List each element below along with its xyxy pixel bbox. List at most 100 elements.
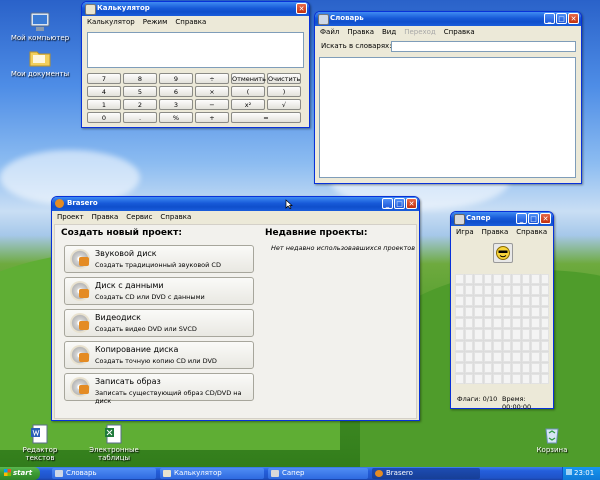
calc-key[interactable]: 1 xyxy=(87,99,121,110)
mine-cell[interactable] xyxy=(464,329,473,340)
mine-cell[interactable] xyxy=(521,307,530,318)
mine-cell[interactable] xyxy=(483,373,492,384)
mine-cell[interactable] xyxy=(493,362,502,373)
calc-key[interactable]: x² xyxy=(231,99,265,110)
taskbar-button-dictionary[interactable]: Словарь xyxy=(52,468,156,479)
mine-cell[interactable] xyxy=(540,296,549,307)
minefield[interactable] xyxy=(455,274,549,384)
mine-cell[interactable] xyxy=(483,362,492,373)
mine-cell[interactable] xyxy=(512,285,521,296)
mine-cell[interactable] xyxy=(455,340,464,351)
mine-cell[interactable] xyxy=(474,329,483,340)
mine-cell[interactable] xyxy=(474,296,483,307)
burn-image-button[interactable]: Записать образ Записать существующий обр… xyxy=(64,373,254,405)
mine-cell[interactable] xyxy=(483,329,492,340)
calc-key[interactable]: 6 xyxy=(159,86,193,97)
mine-cell[interactable] xyxy=(502,318,511,329)
calc-key[interactable]: − xyxy=(195,99,229,110)
mine-cell[interactable] xyxy=(531,351,540,362)
mine-cell[interactable] xyxy=(483,351,492,362)
mine-cell[interactable] xyxy=(483,274,492,285)
desktop-icon-text-editor[interactable]: Редактор текстов xyxy=(8,424,72,462)
calc-key[interactable]: Отменить xyxy=(231,73,266,84)
mine-cell[interactable] xyxy=(521,296,530,307)
mine-cell[interactable] xyxy=(483,296,492,307)
calc-key[interactable]: × xyxy=(195,86,229,97)
mine-cell[interactable] xyxy=(540,373,549,384)
dictionary-search-input[interactable] xyxy=(391,41,576,52)
close-button[interactable]: ✕ xyxy=(568,13,579,24)
calc-key[interactable]: 5 xyxy=(123,86,157,97)
menu-tools[interactable]: Сервис xyxy=(126,211,152,223)
minimize-button[interactable]: _ xyxy=(516,213,527,224)
mine-cell[interactable] xyxy=(464,340,473,351)
close-button[interactable]: ✕ xyxy=(406,198,417,209)
calc-key[interactable]: ( xyxy=(231,86,265,97)
mine-cell[interactable] xyxy=(493,318,502,329)
mine-cell[interactable] xyxy=(464,362,473,373)
mine-cell[interactable] xyxy=(455,296,464,307)
mine-cell[interactable] xyxy=(493,285,502,296)
mine-cell[interactable] xyxy=(464,307,473,318)
mine-cell[interactable] xyxy=(540,307,549,318)
calc-key[interactable]: √ xyxy=(267,99,301,110)
mine-cell[interactable] xyxy=(493,340,502,351)
mine-cell[interactable] xyxy=(464,373,473,384)
calc-key[interactable]: 7 xyxy=(87,73,121,84)
calc-key[interactable]: ÷ xyxy=(195,73,229,84)
menu-help[interactable]: Справка xyxy=(175,16,206,28)
mine-cell[interactable] xyxy=(483,307,492,318)
mine-cell[interactable] xyxy=(502,362,511,373)
mine-cell[interactable] xyxy=(502,329,511,340)
mine-cell[interactable] xyxy=(474,340,483,351)
mine-cell[interactable] xyxy=(521,351,530,362)
mine-cell[interactable] xyxy=(531,340,540,351)
mine-cell[interactable] xyxy=(512,351,521,362)
mine-cell[interactable] xyxy=(531,329,540,340)
calc-key[interactable]: 2 xyxy=(123,99,157,110)
menu-help[interactable]: Справка xyxy=(444,26,475,38)
menu-file[interactable]: Файл xyxy=(320,26,339,38)
minimize-button[interactable]: _ xyxy=(544,13,555,24)
mine-cell[interactable] xyxy=(493,351,502,362)
calc-key[interactable]: 8 xyxy=(123,73,157,84)
mine-cell[interactable] xyxy=(512,296,521,307)
mine-cell[interactable] xyxy=(540,329,549,340)
mine-cell[interactable] xyxy=(531,285,540,296)
mine-cell[interactable] xyxy=(483,318,492,329)
mine-cell[interactable] xyxy=(493,307,502,318)
minesweeper-titlebar[interactable]: Сапер _ □ ✕ xyxy=(451,212,553,226)
mine-cell[interactable] xyxy=(540,274,549,285)
close-button[interactable]: ✕ xyxy=(540,213,551,224)
mine-cell[interactable] xyxy=(493,373,502,384)
mine-cell[interactable] xyxy=(531,307,540,318)
calc-key[interactable]: % xyxy=(159,112,193,123)
mine-cell[interactable] xyxy=(540,351,549,362)
mine-cell[interactable] xyxy=(531,274,540,285)
mine-cell[interactable] xyxy=(502,274,511,285)
mine-cell[interactable] xyxy=(531,373,540,384)
mine-cell[interactable] xyxy=(540,285,549,296)
mine-cell[interactable] xyxy=(512,318,521,329)
mine-cell[interactable] xyxy=(455,307,464,318)
desktop-icon-recycle-bin[interactable]: Корзина xyxy=(520,424,584,454)
menu-project[interactable]: Проект xyxy=(57,211,84,223)
mine-cell[interactable] xyxy=(512,329,521,340)
mine-cell[interactable] xyxy=(493,296,502,307)
desktop-icon-spreadsheets[interactable]: Электронные таблицы xyxy=(82,424,146,462)
mine-cell[interactable] xyxy=(521,285,530,296)
mine-cell[interactable] xyxy=(474,351,483,362)
mine-cell[interactable] xyxy=(531,362,540,373)
mine-cell[interactable] xyxy=(531,296,540,307)
calc-key[interactable]: = xyxy=(231,112,301,123)
maximize-button[interactable]: □ xyxy=(394,198,405,209)
calculator-titlebar[interactable]: Калькулятор ✕ xyxy=(82,2,309,16)
calc-key[interactable]: 4 xyxy=(87,86,121,97)
brasero-titlebar[interactable]: Brasero _ □ ✕ xyxy=(52,197,419,211)
mine-cell[interactable] xyxy=(474,362,483,373)
mine-cell[interactable] xyxy=(464,274,473,285)
maximize-button[interactable]: □ xyxy=(556,13,567,24)
menu-game[interactable]: Игра xyxy=(456,226,474,238)
data-disc-button[interactable]: Диск с данными Создать CD или DVD с данн… xyxy=(64,277,254,305)
mine-cell[interactable] xyxy=(493,274,502,285)
